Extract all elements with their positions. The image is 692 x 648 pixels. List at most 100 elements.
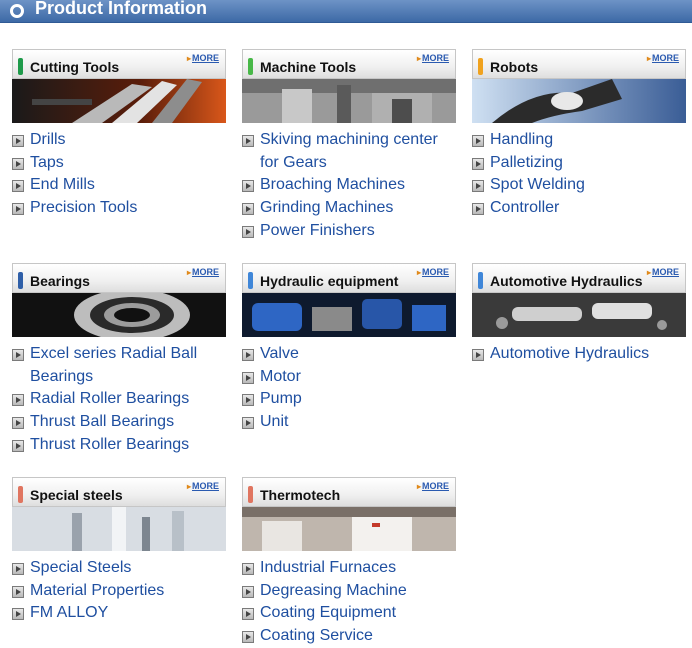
list-item: for Gears <box>242 152 456 175</box>
list-item: Controller <box>472 197 686 220</box>
item-link[interactable]: Coating Service <box>260 627 373 644</box>
category-header: Cutting Tools ▸MORE <box>12 49 226 79</box>
list-item: Industrial Furnaces <box>242 557 456 580</box>
arrow-bullet-icon <box>12 608 24 621</box>
arrow-bullet-icon <box>12 349 24 361</box>
item-link[interactable]: Special Steels <box>30 559 131 576</box>
category-item-list: Handling Palletizing Spot Welding Contro… <box>472 129 686 220</box>
category-title: Cutting Tools <box>30 59 120 75</box>
arrow-right-icon: ▸ <box>416 482 421 491</box>
item-link[interactable]: Bearings <box>30 368 93 385</box>
special-steels-image[interactable] <box>12 507 226 551</box>
more-link[interactable]: ▸MORE <box>647 267 679 277</box>
item-link[interactable]: Drills <box>30 131 66 148</box>
arrow-bullet-icon <box>242 349 254 361</box>
item-link[interactable]: End Mills <box>30 176 95 193</box>
category-header: Robots ▸MORE <box>472 49 686 79</box>
item-link[interactable]: FM ALLOY <box>30 604 108 621</box>
list-item: Palletizing <box>472 152 686 175</box>
accent-bar <box>478 58 483 75</box>
item-link[interactable]: Grinding Machines <box>260 199 393 216</box>
arrow-right-icon: ▸ <box>416 268 421 277</box>
section-banner: Product Information <box>0 0 692 23</box>
accent-bar <box>248 58 253 75</box>
list-item: Valve <box>242 343 456 366</box>
item-link[interactable]: Material Properties <box>30 582 164 599</box>
item-link[interactable]: Automotive Hydraulics <box>490 345 649 362</box>
more-link[interactable]: ▸MORE <box>187 53 219 63</box>
category-title: Machine Tools <box>260 59 357 75</box>
list-item: Radial Roller Bearings <box>12 388 226 411</box>
more-link[interactable]: ▸MORE <box>187 481 219 491</box>
item-link[interactable]: Radial Roller Bearings <box>30 390 189 407</box>
item-link[interactable]: Taps <box>30 154 64 171</box>
category-hydraulic-equipment: Hydraulic equipment ▸MORE Valve Motor Pu… <box>242 263 456 434</box>
category-title: Special steels <box>30 487 123 503</box>
cutting-tools-image[interactable] <box>12 79 226 123</box>
arrow-bullet-icon <box>12 417 24 430</box>
list-item: Excel series Radial Ball <box>12 343 226 366</box>
item-link[interactable]: Precision Tools <box>30 199 137 216</box>
list-item: FM ALLOY <box>12 602 226 625</box>
item-link[interactable]: Skiving machining center <box>260 131 438 148</box>
more-link[interactable]: ▸MORE <box>187 267 219 277</box>
arrow-bullet-icon <box>242 608 254 621</box>
item-link[interactable]: Thrust Ball Bearings <box>30 413 174 430</box>
arrow-right-icon: ▸ <box>416 54 421 63</box>
category-header: Automotive Hydraulics ▸MORE <box>472 263 686 293</box>
list-item: Bearings <box>12 366 226 389</box>
arrow-right-icon: ▸ <box>186 268 191 277</box>
item-link[interactable]: Pump <box>260 390 302 407</box>
category-header: Thermotech ▸MORE <box>242 477 456 507</box>
item-link[interactable]: Motor <box>260 368 301 385</box>
arrow-bullet-icon <box>242 394 254 407</box>
item-link[interactable]: Spot Welding <box>490 176 585 193</box>
list-item: Grinding Machines <box>242 197 456 220</box>
more-link[interactable]: ▸MORE <box>417 267 449 277</box>
arrow-bullet-icon <box>242 417 254 430</box>
more-link[interactable]: ▸MORE <box>417 53 449 63</box>
arrow-bullet-icon <box>472 203 484 216</box>
thermotech-image[interactable] <box>242 507 456 551</box>
item-link[interactable]: Excel series Radial Ball <box>30 345 197 362</box>
list-item: Coating Service <box>242 625 456 648</box>
item-link[interactable]: Power Finishers <box>260 222 375 239</box>
bearings-image[interactable] <box>12 293 226 337</box>
arrow-bullet-icon <box>12 135 24 147</box>
list-item: End Mills <box>12 174 226 197</box>
category-title: Thermotech <box>260 487 341 503</box>
list-item: Material Properties <box>12 580 226 603</box>
arrow-bullet-icon <box>12 203 24 216</box>
item-link[interactable]: Degreasing Machine <box>260 582 407 599</box>
category-item-list: Automotive Hydraulics <box>472 343 686 366</box>
accent-bar <box>18 58 23 75</box>
accent-bar <box>248 272 253 289</box>
robots-image[interactable] <box>472 79 686 123</box>
automotive-hydraulics-image[interactable] <box>472 293 686 337</box>
item-link[interactable]: Thrust Roller Bearings <box>30 436 189 453</box>
accent-bar <box>18 272 23 289</box>
arrow-bullet-icon <box>472 349 484 361</box>
list-item: Precision Tools <box>12 197 226 220</box>
machine-tools-image[interactable] <box>242 79 456 123</box>
item-link[interactable]: Industrial Furnaces <box>260 559 396 576</box>
item-link[interactable]: Palletizing <box>490 154 563 171</box>
item-link[interactable]: Handling <box>490 131 553 148</box>
item-link[interactable]: for Gears <box>260 154 327 171</box>
arrow-bullet-icon <box>242 225 254 238</box>
item-link[interactable]: Broaching Machines <box>260 176 405 193</box>
list-item: Thrust Roller Bearings <box>12 434 226 457</box>
category-special-steels: Special steels ▸MORE Special Steels Mate… <box>12 477 226 625</box>
list-item: Coating Equipment <box>242 602 456 625</box>
more-link[interactable]: ▸MORE <box>647 53 679 63</box>
more-link[interactable]: ▸MORE <box>417 481 449 491</box>
item-link[interactable]: Unit <box>260 413 288 430</box>
hydraulic-equipment-image[interactable] <box>242 293 456 337</box>
item-link[interactable]: Controller <box>490 199 559 216</box>
category-robots: Robots ▸MORE Handling Palletizing Spot W… <box>472 49 686 220</box>
item-link[interactable]: Valve <box>260 345 299 362</box>
item-link[interactable]: Coating Equipment <box>260 604 396 621</box>
category-bearings: Bearings ▸MORE Excel series Radial Ball … <box>12 263 226 457</box>
category-title: Robots <box>490 59 539 75</box>
category-item-list: Excel series Radial Ball Bearings Radial… <box>12 343 226 457</box>
